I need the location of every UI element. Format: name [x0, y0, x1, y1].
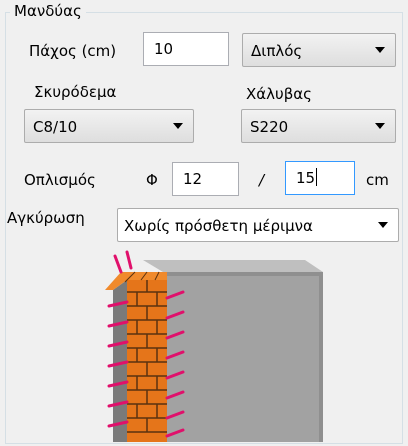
spacing-input[interactable]: 15 [285, 161, 355, 195]
text-caret [316, 168, 318, 186]
concrete-label: Σκυρόδεμα [34, 83, 117, 101]
concrete-dropdown[interactable]: C8/10 [24, 109, 194, 143]
steel-selected: S220 [250, 118, 289, 136]
spacing-value: 15 [296, 169, 316, 187]
anchorage-label: Αγκύρωση [7, 209, 85, 227]
jacket-group-title: Μανδύας [10, 2, 86, 20]
steel-dropdown[interactable]: S220 [241, 109, 396, 143]
jacketed-wall-illustration [105, 250, 323, 442]
separator-slash: / [259, 171, 265, 189]
thickness-label: Πάχος (cm) [29, 42, 117, 60]
concrete-slab-face-inner [167, 276, 319, 442]
reinforcement-label: Οπλισμός [24, 171, 96, 189]
phi-symbol: Φ [146, 171, 158, 189]
chevron-down-icon [375, 123, 385, 129]
diameter-input[interactable]: 12 [172, 162, 239, 196]
chevron-down-icon [173, 123, 183, 129]
chevron-down-icon [378, 222, 388, 228]
brick-wall [127, 280, 167, 442]
jacket-preview-image [105, 250, 323, 442]
concrete-selected: C8/10 [33, 118, 78, 136]
anchorage-selected: Χωρίς πρόσθετη μέριμνα [124, 217, 313, 235]
thickness-input[interactable]: 10 [143, 32, 229, 66]
jacket-type-dropdown[interactable]: Διπλός [242, 33, 396, 67]
concrete-slab-top [143, 260, 323, 272]
anchorage-dropdown[interactable]: Χωρίς πρόσθετη μέριμνα [117, 208, 399, 242]
steel-label: Χάλυβας [246, 85, 312, 103]
chevron-down-icon [375, 47, 385, 53]
unit-label: cm [366, 171, 389, 189]
jacket-type-selected: Διπλός [251, 42, 303, 60]
